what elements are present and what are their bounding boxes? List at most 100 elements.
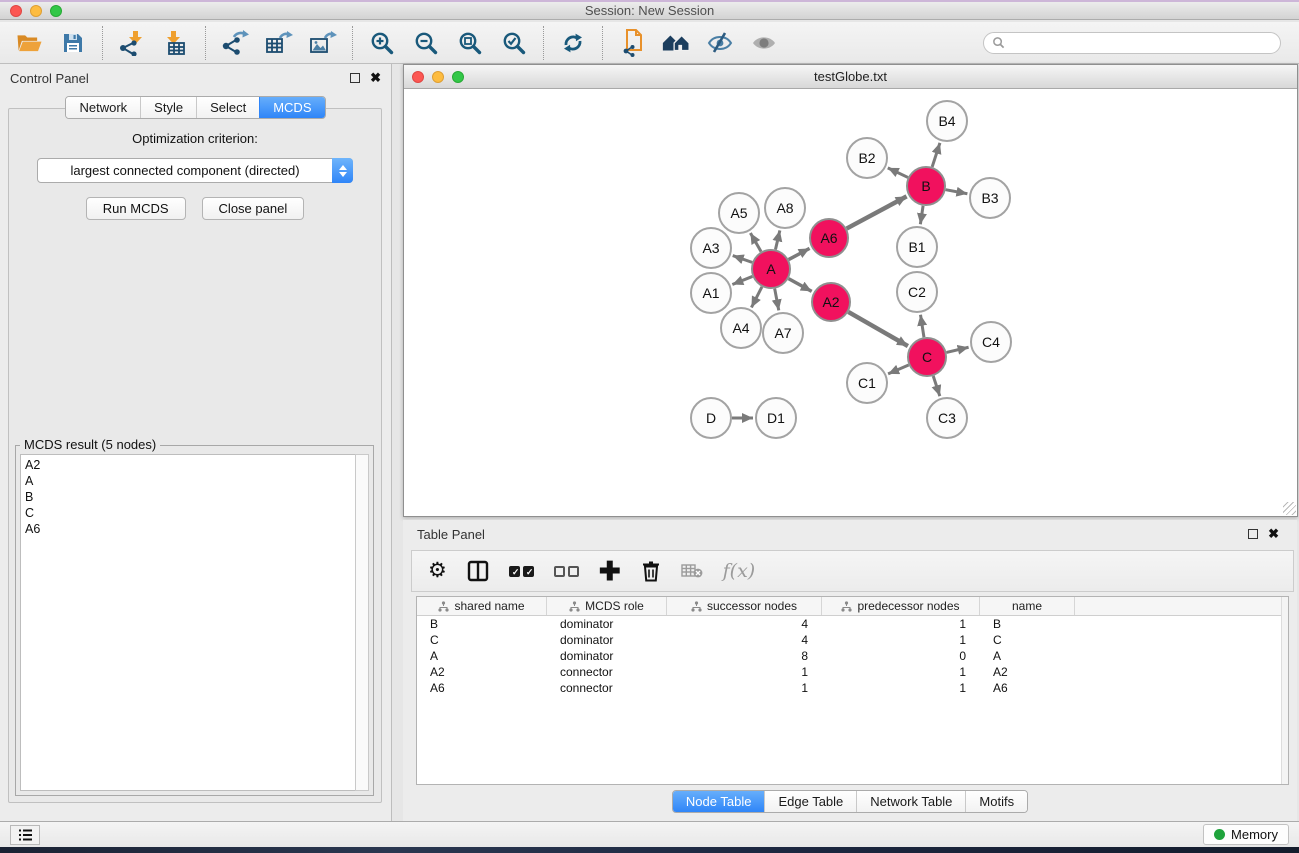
window-resize-grip[interactable] bbox=[1283, 502, 1296, 515]
graph-node-C[interactable]: C bbox=[908, 338, 946, 376]
graph-node-A8[interactable]: A8 bbox=[765, 188, 805, 228]
table-tab-node-table[interactable]: Node Table bbox=[673, 791, 765, 812]
refresh-layout-icon[interactable] bbox=[558, 28, 588, 58]
table-tab-motifs[interactable]: Motifs bbox=[965, 791, 1027, 812]
graph-edge-C-C3[interactable] bbox=[933, 376, 940, 396]
show-tasks-button[interactable] bbox=[10, 825, 40, 845]
graph-edge-A-A4[interactable] bbox=[751, 287, 762, 308]
tab-style[interactable]: Style bbox=[140, 97, 196, 118]
table-tab-edge-table[interactable]: Edge Table bbox=[764, 791, 856, 812]
graph-edge-A-A8[interactable] bbox=[775, 230, 779, 249]
close-panel-button[interactable]: Close panel bbox=[202, 197, 305, 220]
run-mcds-button[interactable]: Run MCDS bbox=[86, 197, 186, 220]
show-graphics-details-icon[interactable] bbox=[749, 28, 779, 58]
table-tab-network-table[interactable]: Network Table bbox=[856, 791, 965, 812]
zoom-in-icon[interactable] bbox=[367, 28, 397, 58]
mcds-result-item[interactable]: C bbox=[25, 505, 351, 521]
graph-edge-A-A1[interactable] bbox=[732, 276, 752, 284]
graph-edge-C-C4[interactable] bbox=[946, 347, 968, 352]
graph-node-A5[interactable]: A5 bbox=[719, 193, 759, 233]
graph-node-B[interactable]: B bbox=[907, 167, 945, 205]
export-network-icon[interactable] bbox=[220, 28, 250, 58]
export-image-icon[interactable] bbox=[308, 28, 338, 58]
save-session-icon[interactable] bbox=[58, 28, 88, 58]
graph-edge-A-A3[interactable] bbox=[733, 256, 752, 263]
network-minimize-button[interactable] bbox=[432, 71, 444, 83]
mcds-result-item[interactable]: B bbox=[25, 489, 351, 505]
table-settings-icon[interactable]: ⚙ bbox=[428, 561, 447, 581]
select-all-columns-icon[interactable] bbox=[509, 566, 534, 577]
graph-edge-A-A7[interactable] bbox=[775, 289, 779, 311]
table-row[interactable]: A6connector11A6 bbox=[417, 680, 1288, 696]
network-canvas[interactable]: B4B2BB3B1A6A5A8A3AA1A4A7A2C2C4CC1C3DD1 bbox=[404, 89, 1297, 516]
graph-edge-A-A5[interactable] bbox=[750, 233, 761, 252]
graph-node-C3[interactable]: C3 bbox=[927, 398, 967, 438]
open-session-icon[interactable] bbox=[14, 28, 44, 58]
graph-edge-B-B4[interactable] bbox=[932, 143, 940, 167]
mcds-list-scrollbar[interactable] bbox=[355, 454, 369, 791]
graph-edge-B-B1[interactable] bbox=[920, 206, 923, 224]
graph-edge-B-B2[interactable] bbox=[888, 168, 908, 178]
add-column-icon[interactable]: ✚ bbox=[599, 561, 621, 581]
import-table-icon[interactable] bbox=[161, 28, 191, 58]
graph-node-C2[interactable]: C2 bbox=[897, 272, 937, 312]
zoom-fit-icon[interactable] bbox=[455, 28, 485, 58]
graph-node-B3[interactable]: B3 bbox=[970, 178, 1010, 218]
close-panel-icon[interactable]: ✖ bbox=[370, 73, 381, 83]
unselect-all-columns-icon[interactable] bbox=[554, 566, 579, 577]
import-network-icon[interactable] bbox=[117, 28, 147, 58]
search-field[interactable] bbox=[983, 32, 1281, 54]
delete-columns-icon[interactable] bbox=[641, 560, 661, 582]
graph-node-D1[interactable]: D1 bbox=[756, 398, 796, 438]
network-close-button[interactable] bbox=[412, 71, 424, 83]
graph-edge-A-A2[interactable] bbox=[789, 279, 812, 292]
table-row[interactable]: Cdominator41C bbox=[417, 632, 1288, 648]
graph-node-C4[interactable]: C4 bbox=[971, 322, 1011, 362]
hide-graphics-details-icon[interactable] bbox=[705, 28, 735, 58]
show-columns-icon[interactable] bbox=[467, 560, 489, 582]
home-layout-icon[interactable] bbox=[661, 28, 691, 58]
graph-node-A[interactable]: A bbox=[752, 250, 790, 288]
graph-edge-C-C2[interactable] bbox=[920, 315, 923, 338]
mcds-result-item[interactable]: A2 bbox=[25, 457, 351, 473]
graph-node-B1[interactable]: B1 bbox=[897, 227, 937, 267]
tab-mcds[interactable]: MCDS bbox=[259, 97, 324, 118]
mcds-result-item[interactable]: A bbox=[25, 473, 351, 489]
column-header-successor-nodes[interactable]: successor nodes bbox=[667, 597, 822, 615]
graph-edge-A6-B[interactable] bbox=[847, 196, 907, 228]
column-header-shared-name[interactable]: shared name bbox=[417, 597, 547, 615]
export-table-icon[interactable] bbox=[264, 28, 294, 58]
table-row[interactable]: Adominator80A bbox=[417, 648, 1288, 664]
table-row[interactable]: Bdominator41B bbox=[417, 616, 1288, 632]
zoom-out-icon[interactable] bbox=[411, 28, 441, 58]
column-header-MCDS-role[interactable]: MCDS role bbox=[547, 597, 667, 615]
graph-node-D[interactable]: D bbox=[691, 398, 731, 438]
graph-node-B4[interactable]: B4 bbox=[927, 101, 967, 141]
mcds-result-item[interactable]: A6 bbox=[25, 521, 351, 537]
memory-button[interactable]: Memory bbox=[1203, 824, 1289, 845]
zoom-selected-icon[interactable] bbox=[499, 28, 529, 58]
graph-node-A1[interactable]: A1 bbox=[691, 273, 731, 313]
graph-node-A6[interactable]: A6 bbox=[810, 219, 848, 257]
column-header-name[interactable]: name bbox=[980, 597, 1075, 615]
graph-edge-C-C1[interactable] bbox=[888, 365, 909, 374]
zoom-window-button[interactable] bbox=[50, 5, 62, 17]
close-window-button[interactable] bbox=[10, 5, 22, 17]
graph-node-A3[interactable]: A3 bbox=[691, 228, 731, 268]
graph-edge-A-A6[interactable] bbox=[789, 248, 810, 259]
new-network-from-selection-icon[interactable] bbox=[617, 28, 647, 58]
optimization-criterion-select[interactable]: largest connected component (directed) bbox=[37, 158, 353, 183]
graph-node-A2[interactable]: A2 bbox=[812, 283, 850, 321]
graph-edge-A2-C[interactable] bbox=[848, 312, 908, 346]
tab-network[interactable]: Network bbox=[66, 97, 140, 118]
table-scrollbar[interactable] bbox=[1281, 597, 1288, 784]
tab-select[interactable]: Select bbox=[196, 97, 259, 118]
graph-node-B2[interactable]: B2 bbox=[847, 138, 887, 178]
graph-node-A4[interactable]: A4 bbox=[721, 308, 761, 348]
float-table-panel-icon[interactable] bbox=[1248, 529, 1258, 539]
network-zoom-button[interactable] bbox=[452, 71, 464, 83]
column-header-predecessor-nodes[interactable]: predecessor nodes bbox=[822, 597, 980, 615]
search-input[interactable] bbox=[1010, 36, 1272, 50]
graph-node-A7[interactable]: A7 bbox=[763, 313, 803, 353]
float-panel-icon[interactable] bbox=[350, 73, 360, 83]
